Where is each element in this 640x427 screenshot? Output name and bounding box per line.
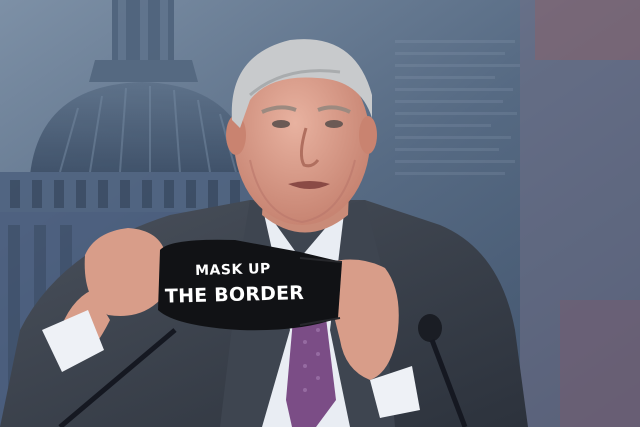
photo-illustration bbox=[0, 0, 640, 427]
photo-scene: MASK UP THE BORDER bbox=[0, 0, 640, 427]
mask-text-line-1: MASK UP bbox=[194, 261, 272, 279]
mask-text-line-2: THE BORDER bbox=[164, 282, 305, 308]
